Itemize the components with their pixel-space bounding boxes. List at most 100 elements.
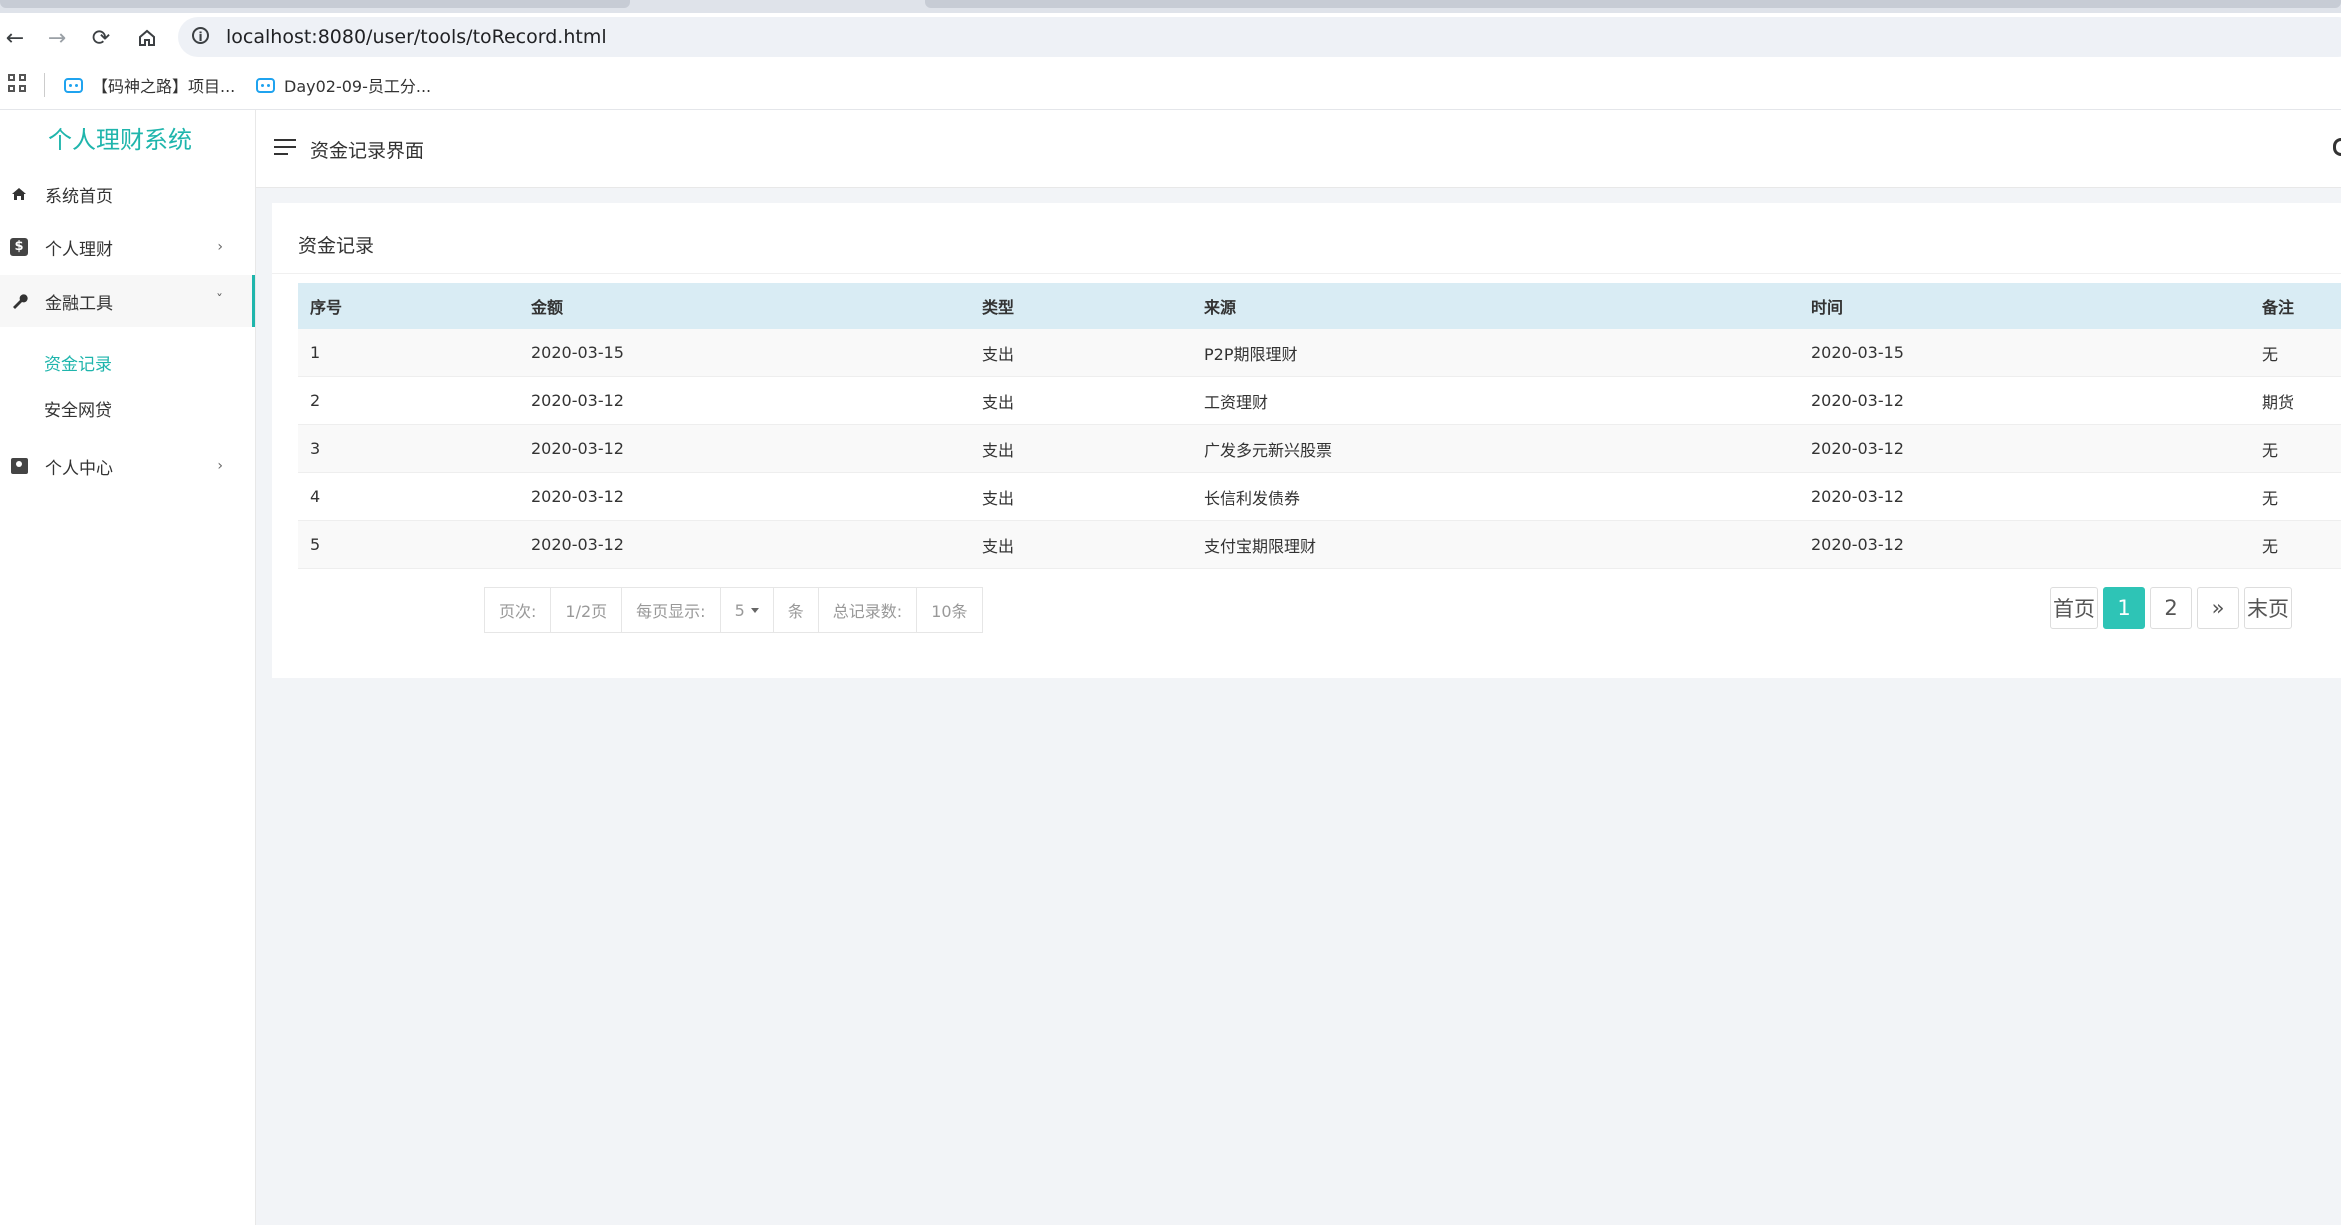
per-page-unit: 条 bbox=[774, 588, 819, 632]
table-cell: 无 bbox=[2250, 329, 2341, 377]
sidebar-item-tools[interactable]: 金融工具 ˇ bbox=[0, 275, 255, 327]
table-cell: 支出 bbox=[970, 329, 1192, 377]
table-cell: 无 bbox=[2250, 472, 2341, 521]
card-title: 资金记录 bbox=[298, 235, 375, 257]
table-row: 2 2020-03-12 支出 工资理财 2020-03-12 期货 bbox=[298, 376, 2341, 425]
main-content: 资金记录界面 资金记录 序号 金额 类型 来源 时间 备注 1 2020-03-… bbox=[256, 110, 2341, 1225]
bookmark-item[interactable]: Day02-09-员工分... bbox=[256, 73, 431, 97]
home-icon[interactable] bbox=[132, 23, 162, 53]
browser-tab[interactable] bbox=[0, 0, 630, 8]
bilibili-icon bbox=[256, 77, 275, 93]
column-header: 来源 bbox=[1192, 283, 1799, 329]
contact-icon bbox=[10, 457, 28, 475]
table-row: 1 2020-03-15 支出 P2P期限理财 2020-03-15 无 bbox=[298, 329, 2341, 377]
table-cell: 广发多元新兴股票 bbox=[1192, 424, 1799, 473]
user-icon[interactable] bbox=[2333, 138, 2341, 156]
table-cell: 工资理财 bbox=[1192, 376, 1799, 425]
table-cell: 2020-03-12 bbox=[519, 520, 970, 569]
top-header: 资金记录界面 bbox=[256, 110, 2341, 188]
table-cell: 期货 bbox=[2250, 376, 2341, 425]
page-button-2[interactable]: 2 bbox=[2150, 587, 2192, 629]
forward-arrow-icon[interactable]: → bbox=[42, 23, 72, 53]
per-page-select[interactable]: 5 bbox=[721, 588, 774, 632]
table-cell: 2020-03-15 bbox=[1799, 329, 2250, 377]
dollar-icon: $ bbox=[10, 238, 28, 256]
table-cell: 2020-03-12 bbox=[519, 424, 970, 473]
sidebar-item-finance[interactable]: $ 个人理财 › bbox=[0, 221, 255, 273]
records-card: 资金记录 序号 金额 类型 来源 时间 备注 1 2020-03-15 支出 P… bbox=[272, 203, 2341, 678]
sidebar-subitem-safe-loan[interactable]: 安全网贷 bbox=[44, 396, 112, 421]
site-info-icon[interactable]: i bbox=[192, 27, 209, 44]
records-table: 序号 金额 类型 来源 时间 备注 1 2020-03-15 支出 P2P期限理… bbox=[298, 283, 2341, 569]
app-logo: 个人理财系统 bbox=[48, 126, 192, 154]
table-cell: 2020-03-12 bbox=[519, 472, 970, 521]
table-cell: 5 bbox=[298, 520, 519, 569]
table-cell: 2020-03-15 bbox=[519, 329, 970, 377]
bookmark-label: 【码神之路】项目... bbox=[92, 77, 236, 96]
page-label: 页次: bbox=[485, 588, 552, 632]
bookmark-label: Day02-09-员工分... bbox=[284, 77, 432, 96]
sidebar-item-profile[interactable]: 个人中心 › bbox=[0, 440, 255, 492]
column-header: 备注 bbox=[2250, 283, 2341, 329]
menu-toggle-icon[interactable] bbox=[274, 139, 296, 157]
column-header: 序号 bbox=[298, 283, 519, 329]
first-page-button[interactable]: 首页 bbox=[2050, 587, 2098, 629]
sidebar-item-home[interactable]: 系统首页 bbox=[0, 168, 255, 220]
page-button-1[interactable]: 1 bbox=[2103, 587, 2145, 629]
per-page-label: 每页显示: bbox=[622, 588, 721, 632]
table-cell: 4 bbox=[298, 472, 519, 521]
browser-toolbar: ← → ⟳ i localhost:8080/user/tools/toReco… bbox=[0, 13, 2341, 61]
table-cell: P2P期限理财 bbox=[1192, 329, 1799, 377]
chevron-down-icon: ˇ bbox=[216, 293, 223, 309]
sidebar-item-label: 系统首页 bbox=[45, 186, 113, 207]
address-bar[interactable]: i localhost:8080/user/tools/toRecord.htm… bbox=[178, 17, 2341, 57]
chevron-right-icon: › bbox=[217, 239, 223, 255]
table-cell: 2020-03-12 bbox=[1799, 424, 2250, 473]
sidebar: 个人理财系统 系统首页 $ 个人理财 › 金融工具 ˇ 资金记录 安全网贷 个人… bbox=[0, 110, 256, 1225]
column-header: 类型 bbox=[970, 283, 1192, 329]
pagination: 首页 1 2 » 末页 bbox=[2050, 587, 2292, 631]
reload-icon[interactable]: ⟳ bbox=[86, 23, 116, 53]
sidebar-subitem-fund-records[interactable]: 资金记录 bbox=[44, 350, 112, 375]
sidebar-item-label: 个人中心 bbox=[45, 458, 113, 479]
table-row: 3 2020-03-12 支出 广发多元新兴股票 2020-03-12 无 bbox=[298, 424, 2341, 473]
page-value: 1/2页 bbox=[551, 588, 623, 632]
page-title: 资金记录界面 bbox=[310, 140, 425, 162]
bookmark-item[interactable]: 【码神之路】项目... bbox=[64, 73, 235, 97]
caret-down-icon bbox=[750, 607, 759, 613]
table-cell: 支出 bbox=[970, 376, 1192, 425]
column-header: 金额 bbox=[519, 283, 970, 329]
per-page-value: 5 bbox=[734, 600, 745, 620]
total-value: 10条 bbox=[931, 602, 968, 621]
table-row: 4 2020-03-12 支出 长信利发债券 2020-03-12 无 bbox=[298, 472, 2341, 521]
sidebar-item-label: 金融工具 bbox=[45, 293, 113, 314]
pager-info: 页次: 1/2页 每页显示: 5 条 总记录数: 10条 bbox=[484, 587, 983, 633]
table-header-row: 序号 金额 类型 来源 时间 备注 bbox=[298, 283, 2341, 329]
sidebar-item-label: 个人理财 bbox=[45, 239, 113, 260]
table-cell: 无 bbox=[2250, 424, 2341, 473]
divider bbox=[272, 273, 2341, 274]
bookmarks-bar: 【码神之路】项目... Day02-09-员工分... bbox=[0, 61, 2341, 110]
table-cell: 支出 bbox=[970, 520, 1192, 569]
apps-grid-icon[interactable] bbox=[8, 74, 28, 94]
table-cell: 支出 bbox=[970, 424, 1192, 473]
table-cell: 支付宝期限理财 bbox=[1192, 520, 1799, 569]
total-label: 总记录数: bbox=[819, 588, 918, 632]
bookmark-separator bbox=[44, 73, 45, 97]
table-cell: 2020-03-12 bbox=[1799, 376, 2250, 425]
last-page-button[interactable]: 末页 bbox=[2244, 587, 2292, 629]
table-cell: 长信利发债券 bbox=[1192, 472, 1799, 521]
address-url[interactable]: localhost:8080/user/tools/toRecord.html bbox=[226, 26, 607, 48]
table-cell: 支出 bbox=[970, 472, 1192, 521]
table-cell: 2020-03-12 bbox=[1799, 520, 2250, 569]
back-arrow-icon[interactable]: ← bbox=[0, 23, 30, 53]
chevron-right-icon: › bbox=[217, 458, 223, 474]
column-header: 时间 bbox=[1799, 283, 2250, 329]
table-cell: 2020-03-12 bbox=[1799, 472, 2250, 521]
browser-tab[interactable] bbox=[925, 0, 2341, 8]
home-icon bbox=[10, 185, 28, 203]
table-cell: 1 bbox=[298, 329, 519, 377]
next-page-button[interactable]: » bbox=[2197, 587, 2239, 629]
bilibili-icon bbox=[64, 77, 83, 93]
table-cell: 2 bbox=[298, 376, 519, 425]
